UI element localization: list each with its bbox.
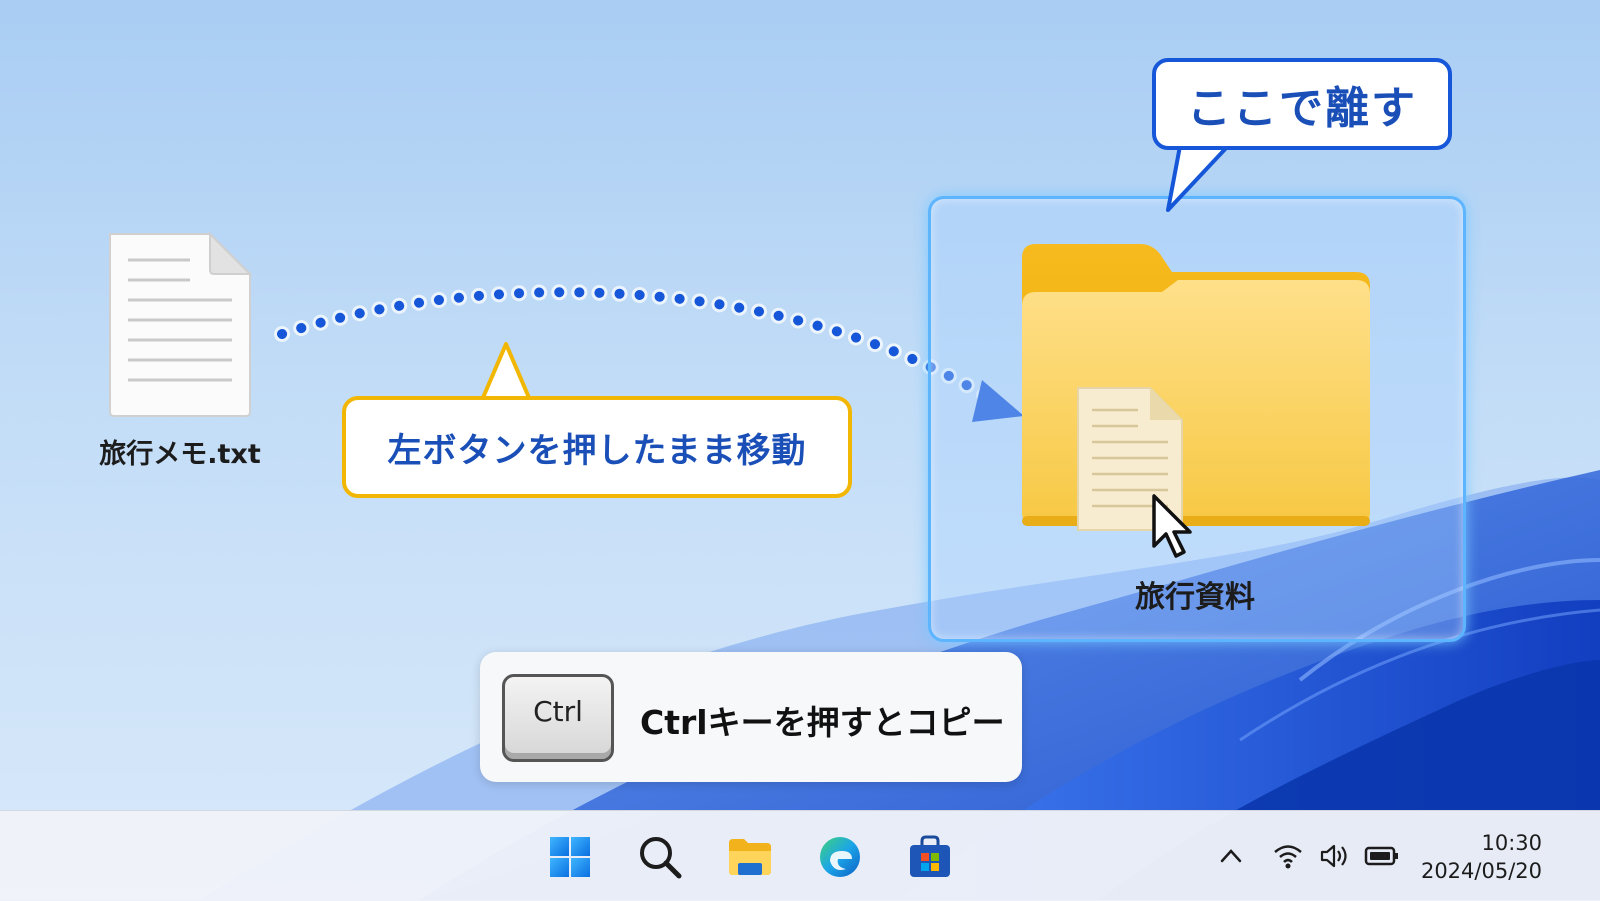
- taskbar: 10:30 2024/05/20: [0, 810, 1600, 901]
- text-file-icon[interactable]: [106, 230, 254, 420]
- callout-tail-blue: [1166, 144, 1236, 212]
- drag-instruction-text: 左ボタンを押したまま移動: [387, 430, 807, 471]
- file-explorer-icon[interactable]: [726, 833, 774, 881]
- release-here-text: ここで離す: [1187, 83, 1417, 134]
- chevron-up-icon[interactable]: [1216, 841, 1246, 871]
- battery-icon[interactable]: [1364, 841, 1400, 871]
- mouse-cursor-icon: [1152, 494, 1192, 558]
- folder-label[interactable]: 旅行資料: [1030, 572, 1360, 616]
- drag-instruction-callout: 左ボタンを押したまま移動: [342, 396, 852, 498]
- search-icon[interactable]: [636, 833, 684, 881]
- folder-icon[interactable]: [1012, 240, 1380, 540]
- windows-start-icon[interactable]: [546, 833, 594, 881]
- clock-date: 2024/05/20: [1420, 859, 1542, 883]
- ctrl-copy-hint-card: Ctrl Ctrlキーを押すとコピー: [480, 652, 1022, 782]
- ctrl-key-icon: Ctrl: [502, 674, 614, 762]
- clock-time: 10:30: [1481, 831, 1542, 855]
- taskbar-clock[interactable]: 10:30 2024/05/20: [1421, 829, 1542, 885]
- edge-browser-icon[interactable]: [816, 833, 864, 881]
- store-icon[interactable]: [906, 833, 954, 881]
- callout-tail-yellow: [478, 342, 538, 402]
- file-label[interactable]: 旅行メモ.txt: [70, 432, 290, 471]
- release-here-callout: ここで離す: [1152, 58, 1452, 150]
- wifi-icon[interactable]: [1272, 841, 1304, 871]
- ctrl-copy-hint-text: Ctrlキーを押すとコピー: [640, 703, 1005, 742]
- speaker-icon[interactable]: [1318, 841, 1350, 871]
